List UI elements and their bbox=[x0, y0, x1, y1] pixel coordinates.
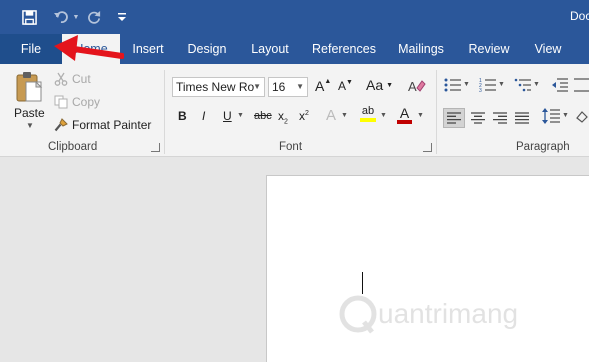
bullets-icon[interactable] bbox=[444, 78, 462, 92]
cut-button[interactable]: Cut bbox=[54, 70, 91, 88]
font-launcher-icon[interactable] bbox=[423, 143, 432, 152]
chevron-down-icon: ▼ bbox=[296, 82, 304, 91]
underline-dropdown-icon[interactable]: ▼ bbox=[237, 112, 244, 119]
watermark: uantrimang bbox=[338, 292, 558, 336]
grow-font-button[interactable]: A ▲ bbox=[315, 78, 331, 94]
superscript-button[interactable]: x2 bbox=[299, 109, 309, 123]
text-effects-dropdown-icon[interactable]: ▼ bbox=[341, 112, 348, 119]
document-title: Doc bbox=[570, 9, 589, 23]
bold-button[interactable]: B bbox=[178, 109, 187, 123]
paste-icon[interactable] bbox=[12, 70, 46, 104]
grow-arrow-icon: ▲ bbox=[324, 78, 332, 85]
strikethrough-button[interactable]: abc bbox=[254, 110, 272, 122]
clipboard-group-label: Clipboard bbox=[48, 141, 98, 153]
format-painter-label: Format Painter bbox=[72, 118, 152, 132]
shrink-arrow-icon: ▼ bbox=[346, 79, 353, 86]
font-color-dropdown-icon[interactable]: ▼ bbox=[417, 112, 424, 119]
highlight-label: ab bbox=[361, 105, 375, 117]
grow-font-label: A bbox=[315, 78, 325, 94]
shrink-font-button[interactable]: A ▼ bbox=[338, 79, 353, 93]
tab-references[interactable]: References bbox=[308, 34, 380, 64]
group-divider bbox=[164, 70, 165, 154]
tab-insert[interactable]: Insert bbox=[124, 34, 172, 64]
svg-text:3: 3 bbox=[479, 88, 482, 92]
chevron-down-icon: ▼ bbox=[253, 82, 261, 91]
title-bar: ▼ Doc bbox=[0, 0, 589, 34]
format-painter-button[interactable]: Format Painter bbox=[54, 116, 151, 134]
line-spacing-icon[interactable] bbox=[542, 108, 560, 124]
align-center-icon[interactable] bbox=[468, 109, 488, 127]
font-group-label: Font bbox=[279, 141, 303, 153]
shrink-font-label: A bbox=[338, 79, 347, 93]
clipboard-launcher-icon[interactable] bbox=[151, 143, 160, 152]
copy-label: Copy bbox=[72, 95, 101, 109]
scissors-icon bbox=[54, 72, 68, 86]
tab-mailings[interactable]: Mailings bbox=[392, 34, 450, 64]
copy-button[interactable]: Copy bbox=[54, 93, 100, 111]
line-spacing-dropdown-icon[interactable]: ▼ bbox=[562, 112, 569, 119]
annotation-arrow-icon bbox=[54, 35, 124, 61]
paintbrush-icon bbox=[54, 118, 68, 132]
font-family-value: Times New Ro bbox=[176, 80, 255, 94]
align-right-icon[interactable] bbox=[490, 109, 510, 127]
subscript-marker: 2 bbox=[284, 118, 288, 126]
highlight-button[interactable]: ab bbox=[360, 105, 376, 122]
tab-view[interactable]: View bbox=[526, 34, 570, 64]
highlight-dropdown-icon[interactable]: ▼ bbox=[380, 112, 387, 119]
numbering-dropdown-icon[interactable]: ▼ bbox=[498, 81, 505, 88]
tab-design[interactable]: Design bbox=[182, 34, 232, 64]
tab-layout[interactable]: Layout bbox=[244, 34, 296, 64]
cut-label: Cut bbox=[72, 72, 91, 86]
justify-icon[interactable] bbox=[512, 109, 532, 127]
paragraph-group-label: Paragraph bbox=[516, 141, 570, 153]
font-size-value: 16 bbox=[272, 80, 286, 94]
italic-button[interactable]: I bbox=[202, 109, 205, 123]
superscript-marker: 2 bbox=[305, 110, 309, 117]
font-color-label: A bbox=[399, 105, 410, 121]
text-cursor bbox=[362, 272, 363, 294]
font-color-button[interactable]: A bbox=[397, 105, 412, 124]
font-family-combo[interactable]: Times New Ro ▼ bbox=[172, 77, 265, 97]
clear-formatting-icon[interactable]: A bbox=[408, 78, 426, 94]
save-icon[interactable] bbox=[18, 7, 40, 27]
chevron-down-icon: ▼ bbox=[386, 81, 394, 89]
undo-icon[interactable] bbox=[50, 7, 72, 27]
subscript-button[interactable]: x2 bbox=[278, 109, 288, 125]
copy-icon bbox=[54, 95, 68, 109]
multilevel-list-icon[interactable] bbox=[514, 78, 532, 92]
font-size-combo[interactable]: 16 ▼ bbox=[268, 77, 308, 97]
decrease-indent-icon[interactable] bbox=[551, 78, 569, 92]
increase-indent-icon[interactable] bbox=[573, 78, 589, 92]
underline-button[interactable]: U bbox=[223, 109, 232, 123]
multilevel-dropdown-icon[interactable]: ▼ bbox=[533, 81, 540, 88]
tab-review[interactable]: Review bbox=[462, 34, 516, 64]
change-case-label: Aa bbox=[366, 77, 384, 93]
bullets-dropdown-icon[interactable]: ▼ bbox=[463, 81, 470, 88]
watermark-text: uantrimang bbox=[378, 298, 519, 329]
customize-icon[interactable] bbox=[115, 7, 129, 27]
highlight-color-swatch bbox=[360, 118, 376, 122]
paste-dropdown-icon[interactable]: ▼ bbox=[26, 121, 34, 130]
redo-icon[interactable] bbox=[83, 7, 105, 27]
svg-text:A: A bbox=[408, 79, 417, 94]
paste-button[interactable]: Paste bbox=[14, 106, 45, 120]
numbering-icon[interactable]: 123 bbox=[479, 78, 497, 92]
ribbon: Paste ▼ Cut Copy Format Painter Clipboar… bbox=[0, 64, 589, 157]
change-case-button[interactable]: Aa ▼ bbox=[366, 77, 393, 93]
undo-dropdown-icon[interactable]: ▼ bbox=[71, 7, 81, 27]
text-effects-button[interactable]: A bbox=[326, 107, 336, 124]
align-left-icon[interactable] bbox=[443, 108, 465, 128]
group-divider bbox=[436, 70, 437, 154]
shading-icon[interactable] bbox=[575, 110, 589, 124]
